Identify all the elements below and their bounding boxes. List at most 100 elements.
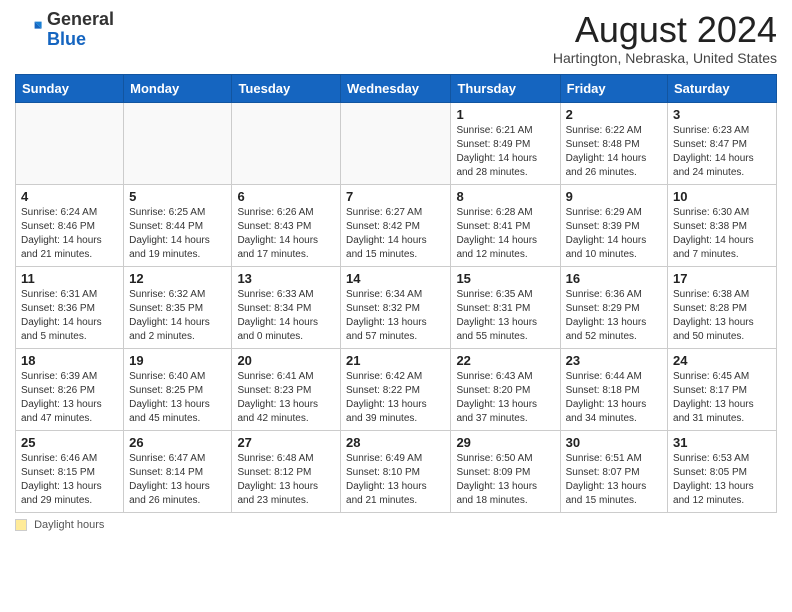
calendar-day-cell: [341, 102, 451, 184]
calendar-day-cell: 10Sunrise: 6:30 AM Sunset: 8:38 PM Dayli…: [668, 184, 777, 266]
calendar-day-cell: 8Sunrise: 6:28 AM Sunset: 8:41 PM Daylig…: [451, 184, 560, 266]
day-info: Sunrise: 6:32 AM Sunset: 8:35 PM Dayligh…: [129, 288, 226, 344]
calendar-day-cell: 12Sunrise: 6:32 AM Sunset: 8:35 PM Dayli…: [124, 266, 232, 348]
day-info: Sunrise: 6:44 AM Sunset: 8:18 PM Dayligh…: [566, 370, 662, 426]
weekday-thursday: Thursday: [451, 74, 560, 102]
day-info: Sunrise: 6:47 AM Sunset: 8:14 PM Dayligh…: [129, 452, 226, 508]
weekday-wednesday: Wednesday: [341, 74, 451, 102]
calendar-day-cell: 28Sunrise: 6:49 AM Sunset: 8:10 PM Dayli…: [341, 430, 451, 512]
logo-text: General Blue: [47, 10, 114, 50]
calendar-day-cell: [124, 102, 232, 184]
calendar-day-cell: 19Sunrise: 6:40 AM Sunset: 8:25 PM Dayli…: [124, 348, 232, 430]
day-info: Sunrise: 6:53 AM Sunset: 8:05 PM Dayligh…: [673, 452, 771, 508]
day-info: Sunrise: 6:48 AM Sunset: 8:12 PM Dayligh…: [237, 452, 335, 508]
day-info: Sunrise: 6:41 AM Sunset: 8:23 PM Dayligh…: [237, 370, 335, 426]
calendar-day-cell: 7Sunrise: 6:27 AM Sunset: 8:42 PM Daylig…: [341, 184, 451, 266]
day-info: Sunrise: 6:43 AM Sunset: 8:20 PM Dayligh…: [456, 370, 554, 426]
day-number: 30: [566, 435, 662, 450]
calendar-day-cell: 4Sunrise: 6:24 AM Sunset: 8:46 PM Daylig…: [16, 184, 124, 266]
day-number: 3: [673, 107, 771, 122]
calendar-day-cell: 25 Sunrise: 6:46 AM Sunset: 8:15 PM Dayli…: [16, 430, 124, 512]
calendar-day-cell: 29 Sunrise: 6:50 AM Sunset: 8:09 PM Dayli…: [451, 430, 560, 512]
calendar-day-cell: [16, 102, 124, 184]
day-number: 1: [456, 107, 554, 122]
day-info: Sunrise: 6:36 AM Sunset: 8:29 PM Dayligh…: [566, 288, 662, 344]
day-number: 15: [456, 271, 554, 286]
calendar-day-cell: 27Sunrise: 6:48 AM Sunset: 8:12 PM Dayli…: [232, 430, 341, 512]
day-number: 5: [129, 189, 226, 204]
weekday-tuesday: Tuesday: [232, 74, 341, 102]
calendar-day-cell: 31 Sunrise: 6:53 AM Sunset: 8:05 PM Dayli…: [668, 430, 777, 512]
calendar-day-cell: 15Sunrise: 6:35 AM Sunset: 8:31 PM Dayli…: [451, 266, 560, 348]
daylight-label: Daylight hours: [34, 519, 104, 531]
day-info: Sunrise: 6:27 AM Sunset: 8:42 PM Dayligh…: [346, 206, 445, 262]
day-info: Sunrise: 6:45 AM Sunset: 8:17 PM Dayligh…: [673, 370, 771, 426]
day-number: 9: [566, 189, 662, 204]
day-number: 20: [237, 353, 335, 368]
day-number: 22: [456, 353, 554, 368]
day-number: 29: [456, 435, 554, 450]
calendar-week-2: 4Sunrise: 6:24 AM Sunset: 8:46 PM Daylig…: [16, 184, 777, 266]
calendar-day-cell: 14 Sunrise: 6:34 AM Sunset: 8:32 PM Dayli…: [341, 266, 451, 348]
day-info: Sunrise: 6:38 AM Sunset: 8:28 PM Dayligh…: [673, 288, 771, 344]
day-info: Sunrise: 6:39 AM Sunset: 8:26 PM Dayligh…: [21, 370, 118, 426]
calendar-day-cell: 1 Sunrise: 6:21 AM Sunset: 8:49 PM Daylig…: [451, 102, 560, 184]
day-info: Sunrise: 6:22 AM Sunset: 8:48 PM Dayligh…: [566, 124, 662, 180]
day-number: 6: [237, 189, 335, 204]
day-info: Sunrise: 6:21 AM Sunset: 8:49 PM Dayligh…: [456, 124, 554, 180]
calendar-day-cell: 16 Sunrise: 6:36 AM Sunset: 8:29 PM Dayli…: [560, 266, 667, 348]
calendar-day-cell: 18 Sunrise: 6:39 AM Sunset: 8:26 PM Dayli…: [16, 348, 124, 430]
calendar-day-cell: [232, 102, 341, 184]
weekday-sunday: Sunday: [16, 74, 124, 102]
calendar-week-3: 11 Sunrise: 6:31 AM Sunset: 8:36 PM Dayli…: [16, 266, 777, 348]
day-info: Sunrise: 6:51 AM Sunset: 8:07 PM Dayligh…: [566, 452, 662, 508]
day-info: Sunrise: 6:49 AM Sunset: 8:10 PM Dayligh…: [346, 452, 445, 508]
calendar-header: SundayMondayTuesdayWednesdayThursdayFrid…: [16, 74, 777, 102]
month-title: August 2024: [553, 10, 777, 50]
day-info: Sunrise: 6:33 AM Sunset: 8:34 PM Dayligh…: [237, 288, 335, 344]
day-number: 2: [566, 107, 662, 122]
day-number: 25: [21, 435, 118, 450]
day-number: 14: [346, 271, 445, 286]
day-number: 8: [456, 189, 554, 204]
day-info: Sunrise: 6:24 AM Sunset: 8:46 PM Dayligh…: [21, 206, 118, 262]
day-info: Sunrise: 6:42 AM Sunset: 8:22 PM Dayligh…: [346, 370, 445, 426]
calendar-day-cell: 3 Sunrise: 6:23 AM Sunset: 8:47 PM Daylig…: [668, 102, 777, 184]
day-info: Sunrise: 6:23 AM Sunset: 8:47 PM Dayligh…: [673, 124, 771, 180]
title-area: August 2024 Hartington, Nebraska, United…: [553, 10, 777, 66]
calendar-week-5: 25 Sunrise: 6:46 AM Sunset: 8:15 PM Dayli…: [16, 430, 777, 512]
calendar-day-cell: 9 Sunrise: 6:29 AM Sunset: 8:39 PM Daylig…: [560, 184, 667, 266]
logo: General Blue: [15, 10, 114, 50]
calendar-week-4: 18 Sunrise: 6:39 AM Sunset: 8:26 PM Dayli…: [16, 348, 777, 430]
calendar-day-cell: 21 Sunrise: 6:42 AM Sunset: 8:22 PM Dayli…: [341, 348, 451, 430]
calendar-day-cell: 11 Sunrise: 6:31 AM Sunset: 8:36 PM Dayli…: [16, 266, 124, 348]
calendar-day-cell: 17 Sunrise: 6:38 AM Sunset: 8:28 PM Dayli…: [668, 266, 777, 348]
calendar-day-cell: 30 Sunrise: 6:51 AM Sunset: 8:07 PM Dayli…: [560, 430, 667, 512]
day-info: Sunrise: 6:26 AM Sunset: 8:43 PM Dayligh…: [237, 206, 335, 262]
day-number: 16: [566, 271, 662, 286]
day-number: 21: [346, 353, 445, 368]
calendar-day-cell: 20 Sunrise: 6:41 AM Sunset: 8:23 PM Dayli…: [232, 348, 341, 430]
day-info: Sunrise: 6:29 AM Sunset: 8:39 PM Dayligh…: [566, 206, 662, 262]
calendar-day-cell: 24 Sunrise: 6:45 AM Sunset: 8:17 PM Dayli…: [668, 348, 777, 430]
day-number: 24: [673, 353, 771, 368]
day-info: Sunrise: 6:46 AM Sunset: 8:15 PM Dayligh…: [21, 452, 118, 508]
calendar-day-cell: 22 Sunrise: 6:43 AM Sunset: 8:20 PM Dayli…: [451, 348, 560, 430]
calendar-day-cell: 13Sunrise: 6:33 AM Sunset: 8:34 PM Dayli…: [232, 266, 341, 348]
day-number: 31: [673, 435, 771, 450]
weekday-monday: Monday: [124, 74, 232, 102]
day-number: 17: [673, 271, 771, 286]
day-info: Sunrise: 6:34 AM Sunset: 8:32 PM Dayligh…: [346, 288, 445, 344]
calendar-body: 1 Sunrise: 6:21 AM Sunset: 8:49 PM Daylig…: [16, 102, 777, 512]
day-number: 26: [129, 435, 226, 450]
logo-general: General: [47, 9, 114, 29]
day-info: Sunrise: 6:50 AM Sunset: 8:09 PM Dayligh…: [456, 452, 554, 508]
day-number: 11: [21, 271, 118, 286]
calendar-day-cell: 26 Sunrise: 6:47 AM Sunset: 8:14 PM Dayli…: [124, 430, 232, 512]
calendar-day-cell: 2 Sunrise: 6:22 AM Sunset: 8:48 PM Daylig…: [560, 102, 667, 184]
day-number: 19: [129, 353, 226, 368]
day-number: 18: [21, 353, 118, 368]
day-info: Sunrise: 6:31 AM Sunset: 8:36 PM Dayligh…: [21, 288, 118, 344]
calendar-day-cell: 6 Sunrise: 6:26 AM Sunset: 8:43 PM Daylig…: [232, 184, 341, 266]
day-info: Sunrise: 6:25 AM Sunset: 8:44 PM Dayligh…: [129, 206, 226, 262]
